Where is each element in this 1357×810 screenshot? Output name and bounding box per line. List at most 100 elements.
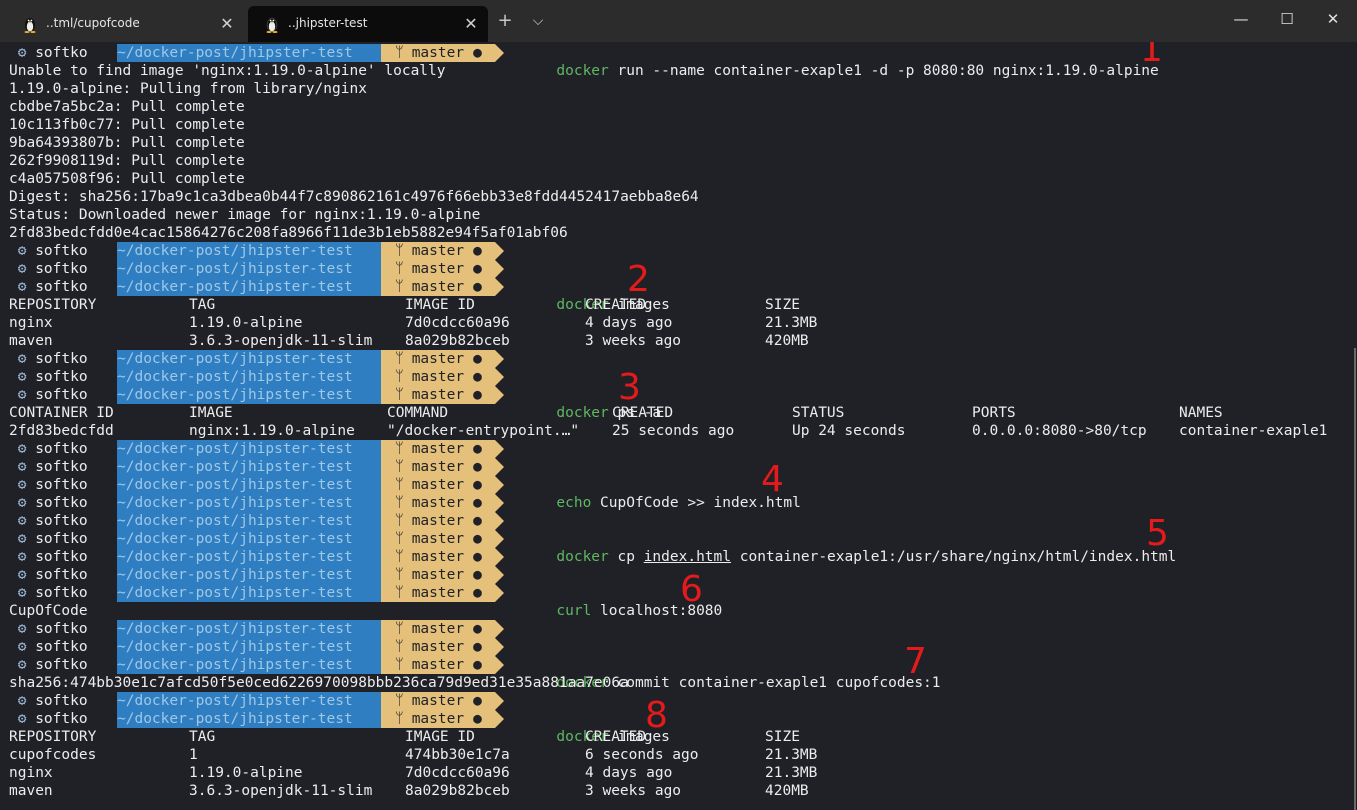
branch-name: master — [411, 567, 465, 583]
prompt-git-branch: ᛘ master ● — [381, 440, 504, 458]
prompt-git-branch: ᛘ master ● — [381, 350, 504, 368]
table-header-cell: IMAGE — [189, 405, 233, 421]
table-cell: 3 weeks ago — [585, 783, 682, 799]
table-header-cell: CREATED — [612, 405, 674, 421]
table-header-cell: REPOSITORY — [9, 297, 97, 313]
prompt-git-branch: ᛘ master ● — [381, 278, 504, 296]
dirty-indicator-icon: ● — [473, 693, 482, 709]
table-header-cell: PORTS — [972, 405, 1016, 421]
annotation-number: 8 — [645, 695, 668, 736]
close-tab-icon[interactable]: ✕ — [216, 13, 238, 35]
git-branch-icon: ᛘ — [395, 261, 404, 277]
prompt-user: softko — [35, 711, 88, 727]
git-branch-icon: ᛘ — [395, 369, 404, 385]
table-cell: 1.19.0-alpine — [189, 765, 303, 781]
prompt-path-text: ~/docker-post/jhipster-test — [117, 459, 353, 475]
command-line: docker cp index.html container-exaple1:/… — [504, 530, 1176, 565]
git-branch-icon: ᛘ — [395, 477, 404, 493]
prompt-user: softko — [35, 261, 88, 277]
tab-jhipster-test[interactable]: ..jhipster-test ✕ — [248, 6, 488, 42]
prompt-path: ~/docker-post/jhipster-test — [117, 476, 390, 494]
dirty-indicator-icon: ● — [473, 585, 482, 601]
prompt-user-segment: ⚙ softko — [9, 656, 117, 674]
command-args: cp — [608, 549, 644, 565]
maximize-button[interactable]: ☐ — [1264, 0, 1310, 38]
branch-name: master — [411, 531, 465, 547]
prompt-git-branch: ᛘ master ● — [381, 368, 504, 386]
prompt-path-text: ~/docker-post/jhipster-test — [117, 639, 353, 655]
git-branch-icon: ᛘ — [395, 693, 404, 709]
prompt-user-segment: ⚙ softko — [9, 710, 117, 728]
prompt-git-branch: ᛘ master ● — [381, 692, 504, 710]
table-cell: 474bb30e1c7a — [405, 747, 510, 763]
close-window-button[interactable]: ✕ — [1310, 0, 1356, 38]
prompt-path: ~/docker-post/jhipster-test — [117, 260, 390, 278]
prompt-path: ~/docker-post/jhipster-test — [117, 386, 390, 404]
linux-tux-icon — [266, 17, 278, 33]
prompt-path-text: ~/docker-post/jhipster-test — [117, 261, 353, 277]
branch-name: master — [411, 369, 465, 385]
gear-icon: ⚙ — [9, 639, 36, 655]
dirty-indicator-icon: ● — [473, 279, 482, 295]
prompt-path: ~/docker-post/jhipster-test — [117, 548, 390, 566]
output-line: 2fd83bedcfdd0e4cac15864276c208fa8966f11d… — [9, 225, 568, 241]
prompt-path: ~/docker-post/jhipster-test — [117, 368, 390, 386]
tab-dropdown-button[interactable]: ⌵ — [525, 9, 551, 33]
table-cell: 3.6.3-openjdk-11-slim — [189, 333, 373, 349]
gear-icon: ⚙ — [9, 585, 36, 601]
git-branch-icon: ᛘ — [395, 279, 404, 295]
command-file-arg[interactable]: index.html — [644, 549, 731, 565]
dirty-indicator-icon: ● — [473, 513, 482, 529]
command-keyword: docker — [556, 405, 609, 421]
table-header: REPOSITORY TAG IMAGE ID CREATED SIZE — [9, 728, 800, 746]
output-line: 262f9908119d: Pull complete — [9, 153, 245, 169]
command-keyword: echo — [556, 495, 592, 511]
git-branch-icon: ᛘ — [395, 441, 404, 457]
minimize-button[interactable]: — — [1218, 0, 1264, 38]
table-cell: nginx — [9, 765, 53, 781]
branch-name: master — [411, 621, 465, 637]
command-args: commit container-exaple1 cupofcodes:1 — [608, 675, 941, 691]
prompt-user: softko — [35, 585, 88, 601]
branch-name: master — [411, 387, 465, 403]
new-tab-button[interactable]: + — [492, 9, 518, 33]
prompt-user-segment: ⚙ softko — [9, 278, 117, 296]
table-cell: Up 24 seconds — [792, 423, 906, 439]
scrollbar[interactable] — [1354, 348, 1356, 810]
prompt-git-branch: ᛘ master ● — [381, 548, 504, 566]
terminal-window: ..tml/cupofcode ✕ ..jhipster-test ✕ + ⌵ … — [0, 0, 1357, 810]
gear-icon: ⚙ — [9, 693, 36, 709]
prompt-user: softko — [35, 45, 88, 61]
output-line: 10c113fb0c77: Pull complete — [9, 117, 245, 133]
dirty-indicator-icon: ● — [473, 387, 482, 403]
branch-name: master — [411, 459, 465, 475]
prompt-path-text: ~/docker-post/jhipster-test — [117, 657, 353, 673]
terminal-output[interactable]: ⚙ softko ~/docker-post/jhipster-test ᛘ mast… — [0, 42, 1357, 810]
table-cell: 3 weeks ago — [585, 333, 682, 349]
prompt-path-text: ~/docker-post/jhipster-test — [117, 513, 353, 529]
git-branch-icon: ᛘ — [395, 387, 404, 403]
table-cell: 25 seconds ago — [612, 423, 735, 439]
command-keyword: docker — [556, 63, 609, 79]
table-header-cell: CREATED — [585, 297, 647, 313]
table-cell: nginx — [9, 315, 53, 331]
dirty-indicator-icon: ● — [473, 657, 482, 673]
table-cell: 1 — [189, 747, 198, 763]
git-branch-icon: ᛘ — [395, 495, 404, 511]
table-cell: 3.6.3-openjdk-11-slim — [189, 783, 373, 799]
close-tab-icon[interactable]: ✕ — [460, 13, 482, 35]
table-cell: 420MB — [765, 333, 809, 349]
git-branch-icon: ᛘ — [395, 513, 404, 529]
gear-icon: ⚙ — [9, 243, 36, 259]
tab-cupofcode[interactable]: ..tml/cupofcode ✕ — [6, 6, 244, 42]
table-cell: 2fd83bedcfdd — [9, 423, 114, 439]
dirty-indicator-icon: ● — [473, 459, 482, 475]
prompt-git-branch: ᛘ master ● — [381, 512, 504, 530]
table-cell: cupofcodes — [9, 747, 97, 763]
output-line: Status: Downloaded newer image for nginx… — [9, 207, 481, 223]
prompt-user: softko — [35, 621, 88, 637]
output-line: cbdbe7a5bc2a: Pull complete — [9, 99, 245, 115]
prompt-path: ~/docker-post/jhipster-test — [117, 710, 390, 728]
table-row: cupofcodes 1 474bb30e1c7a 6 seconds ago … — [9, 746, 817, 764]
branch-name: master — [411, 711, 465, 727]
